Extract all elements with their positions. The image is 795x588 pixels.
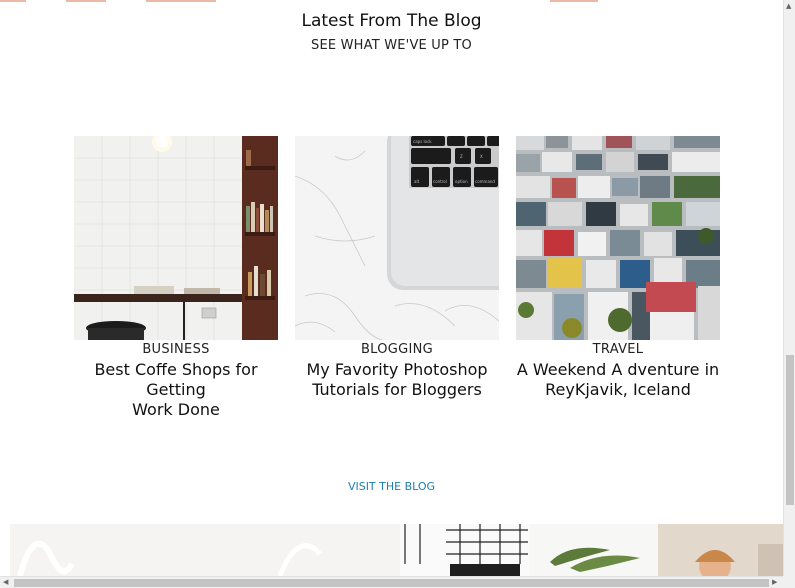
top-decor-bar-3 xyxy=(146,0,216,2)
page-viewport: Latest From The Blog SEE WHAT WE'VE UP T… xyxy=(0,0,783,576)
blog-post-card-3[interactable]: TRAVEL A Weekend A dventure in ReyKjavik… xyxy=(516,136,720,400)
post-title-link[interactable]: A Weekend A dventure in ReyKjavik, Icela… xyxy=(516,360,720,400)
post-title-link[interactable]: Best Coffe Shops for Getting Work Done xyxy=(74,360,278,420)
scrollbar-corner xyxy=(783,576,795,588)
key-label-control: control xyxy=(433,179,447,184)
vertical-scroll-thumb[interactable] xyxy=(786,355,794,505)
blog-post-card-2[interactable]: caps lock Z X alt control option command… xyxy=(295,136,499,400)
post-title-line: My Favority Photoshop xyxy=(306,360,488,379)
blog-post-card-1[interactable]: BUSINESS Best Coffe Shops for Getting Wo… xyxy=(74,136,278,420)
top-decor-bar-4 xyxy=(550,0,598,2)
post-title-line: Getting xyxy=(146,380,206,399)
horizontal-scrollbar[interactable]: ◀ ▶ xyxy=(0,576,783,588)
post-category[interactable]: BUSINESS xyxy=(74,342,278,357)
post-title-link[interactable]: My Favority Photoshop Tutorials for Blog… xyxy=(295,360,499,400)
key-label-alt: alt xyxy=(414,179,420,184)
laptop-marble-photo[interactable]: caps lock Z X alt control option command xyxy=(295,136,499,340)
top-decor-bar-2 xyxy=(66,0,106,2)
post-title-line: Best Coffe Shops for xyxy=(94,360,258,379)
horizontal-scroll-thumb[interactable] xyxy=(14,579,769,587)
post-title-line: Tutorials for Bloggers xyxy=(312,380,482,399)
scroll-left-arrow-icon[interactable]: ◀ xyxy=(3,577,8,587)
top-decor-bar-1 xyxy=(0,0,26,2)
post-category[interactable]: BLOGGING xyxy=(295,342,499,357)
vertical-scrollbar[interactable]: ▲ xyxy=(783,0,795,576)
blog-section-subtitle: SEE WHAT WE'VE UP TO xyxy=(311,38,472,53)
coffee-shop-photo[interactable] xyxy=(74,136,278,340)
key-label-z: Z xyxy=(460,154,463,159)
post-title-line: ReyKjavik, Iceland xyxy=(545,380,691,399)
post-title-line: A Weekend A dventure in xyxy=(516,360,720,379)
post-category[interactable]: TRAVEL xyxy=(516,342,720,357)
key-label-x: X xyxy=(480,154,483,159)
scroll-right-arrow-icon[interactable]: ▶ xyxy=(772,577,777,587)
key-label-option: option xyxy=(455,179,468,184)
key-label-command: command xyxy=(475,179,495,184)
post-title-line: Work Done xyxy=(132,400,220,419)
scroll-up-arrow-icon[interactable]: ▲ xyxy=(786,1,791,11)
reykjavik-rooftops-photo[interactable] xyxy=(516,136,720,340)
bottom-banner-image xyxy=(10,524,783,576)
visit-blog-link[interactable]: VISIT THE BLOG xyxy=(0,480,783,493)
blog-section-title: Latest From The Blog xyxy=(301,11,482,31)
key-label-caps-lock: caps lock xyxy=(413,139,432,144)
